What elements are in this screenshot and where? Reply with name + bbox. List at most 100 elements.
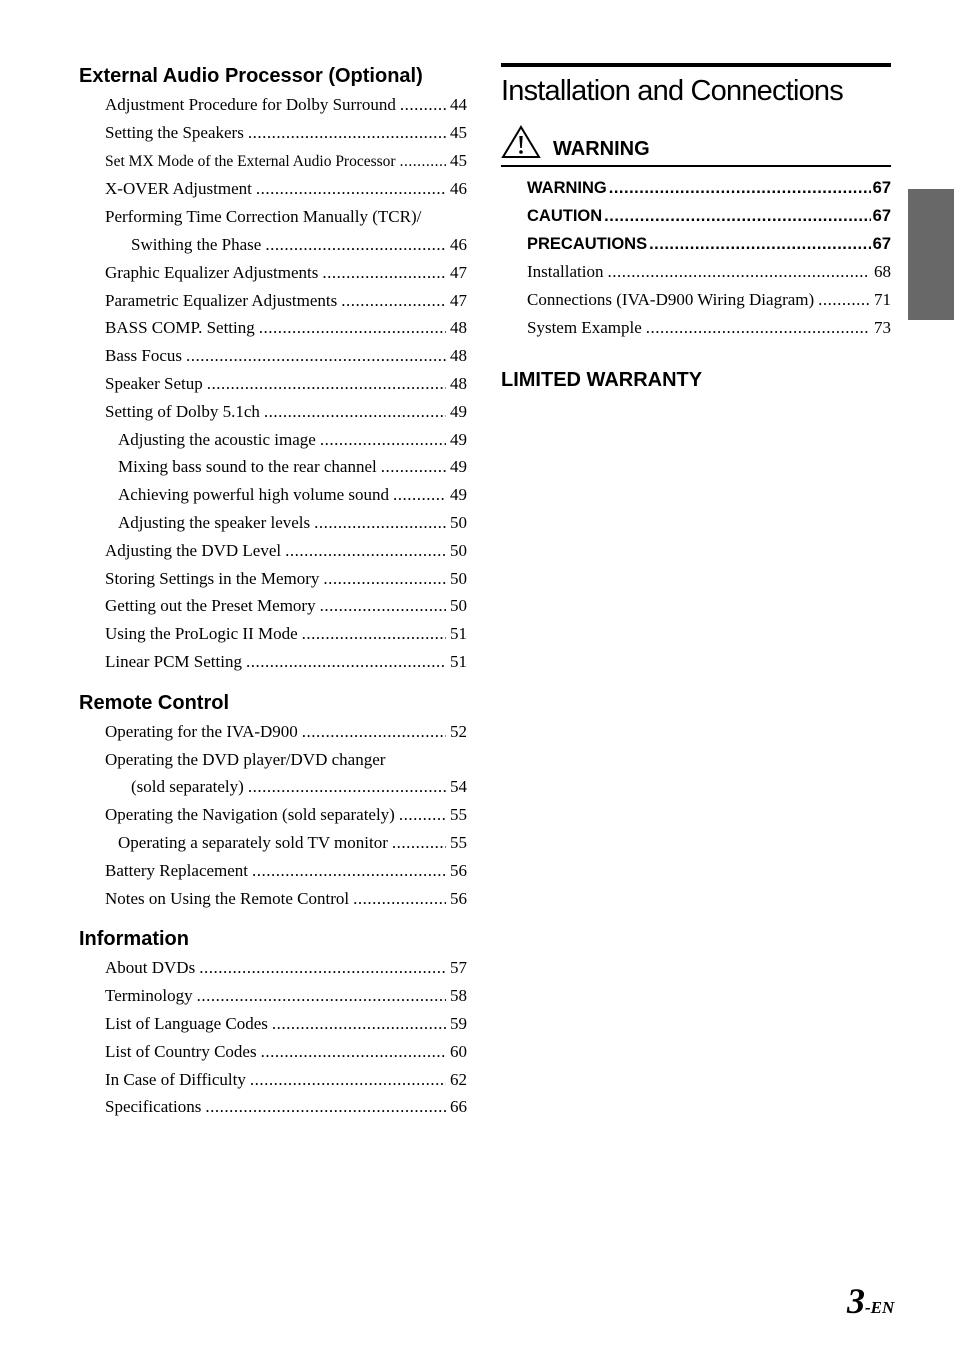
toc-entry[interactable]: About DVDs 57 (79, 954, 467, 982)
section-heading-remote-control: Remote Control (79, 691, 229, 714)
toc-entry-label: Connections (IVA-D900 Wiring Diagram) (527, 290, 815, 310)
toc-entry-page: 49 (450, 457, 467, 477)
toc-entry-page: 50 (450, 596, 467, 616)
toc-entry[interactable]: Storing Settings in the Memory 50 (79, 565, 467, 593)
section-heading-external-audio-processor: External Audio Processor (Optional) (79, 65, 423, 87)
toc-entry[interactable]: Linear PCM Setting 51 (79, 648, 467, 676)
leader-dots (400, 91, 446, 119)
toc-entry-label: Linear PCM Setting (105, 651, 242, 671)
toc-entry-label: Adjusting the acoustic image (118, 429, 316, 449)
toc-entry-label: In Case of Difficulty (105, 1069, 246, 1089)
leader-dots (250, 1066, 446, 1094)
toc-entry[interactable]: Operating for the IVA-D900 52 (79, 718, 467, 746)
leader-dots (399, 801, 446, 829)
leader-dots (246, 648, 446, 676)
toc-entry-label: List of Language Codes (105, 1013, 268, 1033)
toc-entry-page: 71 (874, 290, 891, 310)
page-number: 3-EN (847, 1280, 894, 1322)
toc-subentry[interactable]: Mixing bass sound to the rear channel 49 (79, 453, 467, 481)
toc-entry[interactable]: Parametric Equalizer Adjustments 47 (79, 287, 467, 315)
leader-dots (818, 286, 870, 314)
leader-dots (197, 982, 446, 1010)
toc-entry[interactable]: Operating the Navigation (sold separatel… (79, 801, 467, 829)
toc-entry-label: WARNING (527, 179, 607, 197)
toc-subentry[interactable]: Adjusting the speaker levels 50 (79, 509, 467, 537)
toc-entry[interactable]: Operating the DVD player/DVD changer (79, 746, 467, 774)
leader-dots (207, 370, 446, 398)
toc-entry-page: 47 (450, 290, 467, 310)
leader-dots (646, 314, 870, 342)
leader-dots (392, 829, 446, 857)
toc-subentry[interactable]: Operating a separately sold TV monitor 55 (79, 829, 467, 857)
toc-entry[interactable]: List of Language Codes 59 (79, 1010, 467, 1038)
toc-entry-label: Operating the Navigation (sold separatel… (105, 805, 395, 825)
toc-entry-page: 50 (450, 568, 467, 588)
toc-entry[interactable]: Specifications 66 (79, 1093, 467, 1121)
toc-entry[interactable]: Setting of Dolby 5.1ch 49 (79, 398, 467, 426)
toc-entry[interactable]: Setting the Speakers 45 (79, 119, 467, 147)
page-number-suffix: -EN (865, 1298, 895, 1317)
toc-entry[interactable]: CAUTION 67 (501, 203, 891, 231)
toc-entry[interactable]: Adjusting the DVD Level 50 (79, 537, 467, 565)
toc-entry[interactable]: Installation 68 (501, 258, 891, 286)
toc-entry[interactable]: Notes on Using the Remote Control 56 (79, 885, 467, 913)
toc-entry[interactable]: PRECAUTIONS 67 (501, 231, 891, 259)
toc-entry[interactable]: X-OVER Adjustment 46 (79, 175, 467, 203)
toc-entry-label: Swithing the Phase (131, 234, 262, 254)
toc-entry-page: 49 (450, 429, 467, 449)
toc-entry-label: Battery Replacement (105, 860, 249, 880)
toc-entry-page: 48 (450, 373, 467, 393)
toc-entry[interactable]: Connections (IVA-D900 Wiring Diagram) 71 (501, 286, 891, 314)
toc-entry[interactable]: Battery Replacement 56 (79, 857, 467, 885)
leader-dots (381, 453, 446, 481)
toc-entry[interactable]: Speaker Setup 48 (79, 370, 467, 398)
page-number-value: 3 (847, 1281, 865, 1321)
leader-dots (320, 592, 446, 620)
toc-entry-page: 58 (450, 986, 467, 1006)
toc-entry[interactable]: Set MX Mode of the External Audio Proces… (79, 147, 467, 176)
toc-entry[interactable]: Bass Focus 48 (79, 342, 467, 370)
toc-entry[interactable]: Swithing the Phase 46 (79, 231, 467, 259)
left-column: External Audio Processor (Optional) Adju… (79, 62, 467, 1134)
leader-dots (314, 509, 446, 537)
toc-list-remote-control: Operating for the IVA-D900 52 Operating t… (79, 718, 467, 913)
leader-dots (302, 718, 446, 746)
leader-dots (199, 954, 446, 982)
right-column: Installation and Connections WARNING WAR… (501, 63, 891, 392)
toc-subentry[interactable]: Adjusting the acoustic image 49 (79, 426, 467, 454)
toc-entry-label: Achieving powerful high volume sound (118, 485, 390, 505)
toc-entry-label: (sold separately) (131, 777, 244, 797)
toc-entry-page: 44 (450, 95, 467, 114)
toc-entry-label: PRECAUTIONS (527, 234, 648, 253)
toc-entry[interactable]: Getting out the Preset Memory 50 (79, 592, 467, 620)
toc-entry-page: 56 (450, 860, 467, 880)
section-heading-information: Information (79, 928, 189, 951)
leader-dots (285, 537, 446, 565)
toc-entry[interactable]: Using the ProLogic II Mode 51 (79, 620, 467, 648)
limited-warranty-heading[interactable]: LIMITED WARRANTY (501, 369, 891, 392)
toc-entry-label: Bass Focus (105, 346, 182, 366)
toc-entry[interactable]: Graphic Equalizer Adjustments 47 (79, 259, 467, 287)
toc-entry-label: Using the ProLogic II Mode (105, 624, 298, 644)
toc-entry[interactable]: Terminology 58 (79, 982, 467, 1010)
toc-entry-page: 66 (450, 1097, 467, 1117)
toc-entry-page: 48 (450, 346, 467, 366)
toc-entry[interactable]: Adjustment Procedure for Dolby Surround 4… (79, 91, 467, 119)
toc-entry-page: 67 (872, 179, 891, 197)
toc-subentry[interactable]: Achieving powerful high volume sound 49 (79, 481, 467, 509)
toc-entry-label: System Example (527, 317, 642, 337)
toc-entry-page: 55 (450, 832, 467, 852)
toc-entry-label: List of Country Codes (105, 1041, 257, 1061)
toc-entry[interactable]: Performing Time Correction Manually (TCR… (79, 203, 467, 231)
toc-entry[interactable]: WARNING 67 (501, 175, 891, 203)
toc-entry-page: 59 (450, 1013, 467, 1033)
toc-entry[interactable]: (sold separately) 54 (79, 773, 467, 801)
toc-entry[interactable]: System Example 73 (501, 314, 891, 342)
toc-entry[interactable]: BASS COMP. Setting 48 (79, 314, 467, 342)
toc-entry-label: BASS COMP. Setting (105, 318, 255, 338)
toc-entry[interactable]: In Case of Difficulty 62 (79, 1066, 467, 1094)
leader-dots (248, 119, 446, 147)
toc-entry-label: Setting of Dolby 5.1ch (105, 401, 260, 421)
leader-dots (353, 885, 446, 913)
toc-entry[interactable]: List of Country Codes 60 (79, 1038, 467, 1066)
